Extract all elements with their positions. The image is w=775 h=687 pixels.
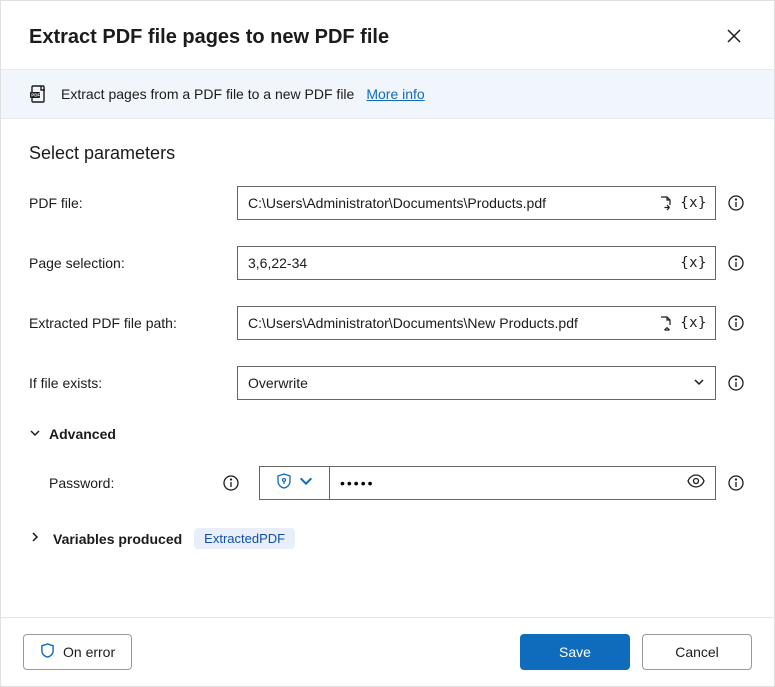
page-selection-input[interactable]: [248, 247, 680, 279]
shield-lock-icon: [276, 473, 292, 494]
pdf-file-input-wrap: {x}: [237, 186, 716, 220]
if-exists-label: If file exists:: [29, 375, 237, 391]
chevron-down-icon: [693, 375, 705, 391]
more-info-link[interactable]: More info: [366, 86, 424, 102]
extracted-path-input[interactable]: [248, 307, 656, 339]
password-label: Password:: [49, 475, 221, 491]
on-error-label: On error: [63, 644, 115, 660]
if-exists-value: Overwrite: [248, 375, 308, 391]
info-icon[interactable]: [726, 193, 746, 213]
cancel-button[interactable]: Cancel: [642, 634, 752, 670]
info-icon[interactable]: [726, 373, 746, 393]
dialog-title: Extract PDF file pages to new PDF file: [29, 26, 389, 49]
info-icon[interactable]: [726, 253, 746, 273]
eye-icon: [687, 472, 705, 495]
chevron-right-icon: [29, 530, 41, 548]
save-button[interactable]: Save: [520, 634, 630, 670]
chevron-down-icon: [29, 426, 41, 442]
extracted-path-input-wrap: {x}: [237, 306, 716, 340]
variable-picker-icon[interactable]: {x}: [680, 315, 707, 331]
variables-produced-toggle[interactable]: Variables produced ExtractedPDF: [29, 528, 746, 549]
pdf-badge-icon: PDF: [29, 84, 49, 104]
info-icon[interactable]: [726, 313, 746, 333]
on-error-button[interactable]: On error: [23, 634, 132, 670]
section-title: Select parameters: [29, 143, 746, 164]
info-banner: PDF Extract pages from a PDF file to a n…: [1, 69, 774, 119]
info-icon[interactable]: [726, 473, 746, 493]
chevron-down-icon: [298, 473, 314, 494]
info-text: Extract pages from a PDF file to a new P…: [61, 86, 354, 102]
variable-chip[interactable]: ExtractedPDF: [194, 528, 295, 549]
if-exists-select[interactable]: Overwrite: [237, 366, 716, 400]
advanced-toggle[interactable]: Advanced: [29, 426, 746, 442]
svg-text:PDF: PDF: [31, 93, 40, 98]
advanced-label: Advanced: [49, 426, 116, 442]
info-icon[interactable]: [221, 473, 241, 493]
file-picker-icon[interactable]: [656, 194, 674, 212]
extracted-path-label: Extracted PDF file path:: [29, 315, 237, 331]
variable-picker-icon[interactable]: {x}: [680, 195, 707, 211]
file-picker-icon[interactable]: [656, 314, 674, 332]
password-mode-picker[interactable]: [260, 467, 330, 499]
password-input[interactable]: [340, 475, 687, 491]
pdf-file-label: PDF file:: [29, 195, 237, 211]
variables-produced-label: Variables produced: [53, 531, 182, 547]
page-selection-label: Page selection:: [29, 255, 237, 271]
shield-icon: [40, 643, 55, 661]
pdf-file-input[interactable]: [248, 187, 656, 219]
page-selection-input-wrap: {x}: [237, 246, 716, 280]
password-group: [259, 466, 716, 500]
variable-picker-icon[interactable]: {x}: [680, 255, 707, 271]
close-button[interactable]: [718, 21, 750, 53]
close-icon: [727, 29, 741, 46]
reveal-password-button[interactable]: [687, 472, 705, 495]
